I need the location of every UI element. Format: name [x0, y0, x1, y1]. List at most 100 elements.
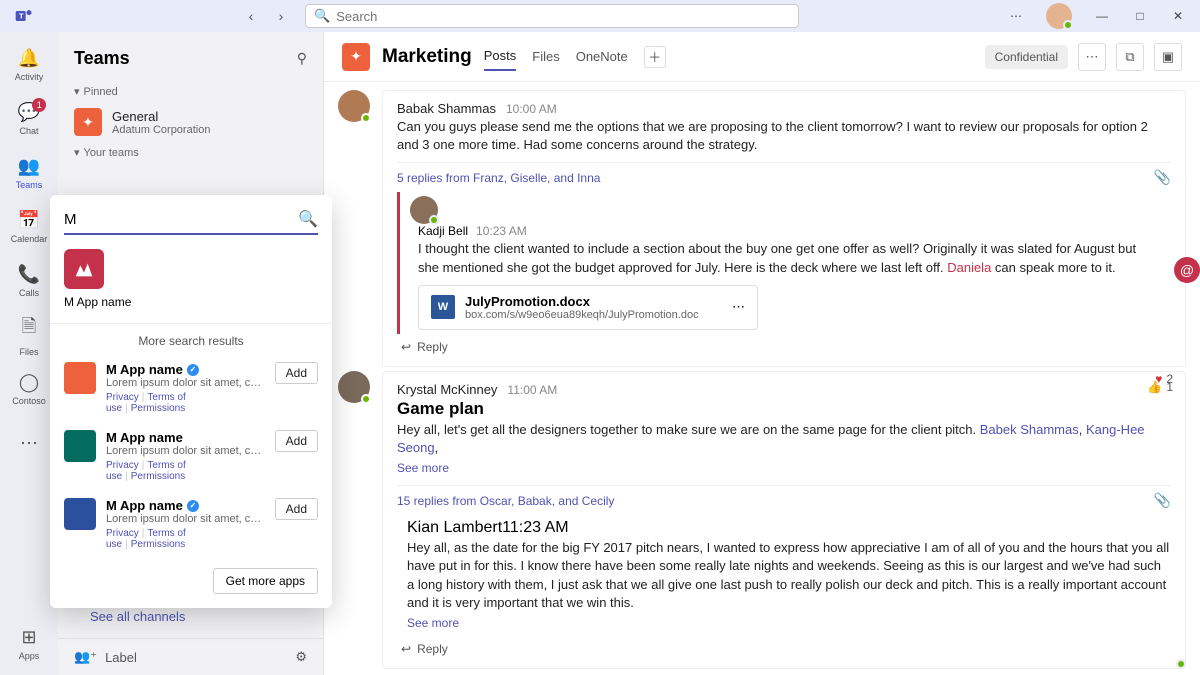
app-icon [64, 498, 96, 530]
see-more-link[interactable]: See more [407, 616, 459, 630]
chevron-down-icon: ▾ [74, 85, 80, 98]
rail-label: Calendar [11, 234, 48, 244]
teams-pane-title: Teams [74, 48, 130, 69]
reply-timestamp: 11:23 AM [502, 519, 568, 536]
title-bar: T ‹ › 🔍 ⋯ — □ ✕ [0, 0, 1200, 32]
privacy-link[interactable]: Privacy [106, 528, 139, 539]
your-teams-section-label[interactable]: ▾Your teams [58, 142, 323, 163]
team-avatar-icon: ✦ [74, 108, 102, 136]
app-result-row[interactable]: M App name Lorem ipsum dolor sit amet, c… [64, 490, 318, 558]
rail-contoso[interactable]: ◯ Contoso [6, 366, 52, 412]
mention[interactable]: Babek Shammas [980, 422, 1079, 437]
rail-chat[interactable]: 💬1 Chat [6, 96, 52, 142]
confidential-badge[interactable]: Confidential [985, 45, 1068, 69]
search-icon[interactable]: 🔍 [298, 209, 318, 229]
rail-label: Teams [16, 180, 43, 190]
message-list[interactable]: @ Babak Shammas 10:00 AM Can you guys pl… [324, 82, 1200, 675]
reply-button[interactable]: ↩Reply [401, 642, 1171, 656]
rail-more[interactable]: ⋯ [6, 420, 52, 466]
add-app-button[interactable]: Add [275, 430, 318, 452]
reply-button[interactable]: ↩Reply [401, 340, 1171, 354]
privacy-link[interactable]: Privacy [106, 460, 139, 471]
app-search-popup: 🔍 M App name More search results M App n… [50, 195, 332, 608]
tab-files[interactable]: Files [532, 43, 559, 70]
post-timestamp: 11:00 AM [507, 383, 557, 397]
replies-summary-link[interactable]: 5 replies from Franz, Giselle, and Inna [397, 171, 600, 185]
titlebar-more-button[interactable]: ⋯ [1002, 2, 1030, 30]
add-app-button[interactable]: Add [275, 362, 318, 384]
user-avatar[interactable] [410, 196, 438, 224]
user-avatar[interactable] [338, 90, 370, 122]
header-more-button[interactable]: ⋯ [1078, 43, 1106, 71]
add-app-button[interactable]: Add [275, 498, 318, 520]
window-close-button[interactable]: ✕ [1164, 2, 1192, 30]
replies-summary-link[interactable]: 15 replies from Oscar, Babak, and Cecily [397, 494, 614, 508]
filter-button[interactable]: ⚲ [297, 50, 307, 67]
rail-apps[interactable]: ⊞ Apps [6, 621, 52, 667]
app-result-row[interactable]: M App name Lorem ipsum dolor sit amet, c… [64, 422, 318, 490]
attachment-icon[interactable]: 📎 [1154, 492, 1171, 509]
rail-calendar[interactable]: 📅 Calendar [6, 204, 52, 250]
current-user-avatar[interactable] [1046, 3, 1072, 29]
app-name: M App name [106, 362, 183, 377]
mention[interactable]: Daniela [947, 260, 991, 275]
nav-back-button[interactable]: ‹ [239, 4, 263, 28]
file-name: JulyPromotion.docx [465, 294, 699, 309]
privacy-link[interactable]: Privacy [106, 392, 139, 403]
post-author[interactable]: Babak Shammas [397, 101, 496, 116]
post-body: Hey all, let's get all the designers tog… [397, 421, 1171, 457]
nav-forward-button[interactable]: › [269, 4, 293, 28]
app-top-result[interactable]: M App name [64, 235, 318, 323]
see-more-link[interactable]: See more [397, 461, 449, 475]
post-item: Babak Shammas 10:00 AM Can you guys plea… [338, 90, 1186, 367]
post-author[interactable]: Krystal McKinney [397, 382, 497, 397]
window-maximize-button[interactable]: □ [1126, 2, 1154, 30]
file-attachment[interactable]: W JulyPromotion.docx box.com/s/w9eo6eua8… [418, 285, 758, 330]
calendar-icon: 📅 [18, 210, 40, 231]
permissions-link[interactable]: Permissions [131, 471, 185, 482]
pinned-channel-general[interactable]: ✦ General Adatum Corporation [58, 102, 323, 142]
global-search-field[interactable] [336, 9, 790, 24]
rail-teams[interactable]: 👥 Teams [6, 150, 52, 196]
pinned-subtitle: Adatum Corporation [112, 124, 210, 136]
apps-icon: ⊞ [21, 627, 36, 648]
get-more-apps-button[interactable]: Get more apps [213, 568, 318, 594]
app-icon [64, 249, 104, 289]
contoso-app-icon: ◯ [19, 372, 39, 393]
chat-badge: 1 [32, 98, 46, 112]
permissions-link[interactable]: Permissions [131, 403, 185, 414]
reaction-summary[interactable]: ♥2 [1155, 372, 1173, 386]
channel-title: Marketing [382, 46, 472, 68]
pinned-section-label[interactable]: ▾Pinned [58, 81, 323, 102]
app-description: Lorem ipsum dolor sit amet, consec... [106, 445, 265, 457]
footer-label[interactable]: Label [105, 650, 137, 665]
meet-now-button[interactable]: ⧉ [1116, 43, 1144, 71]
app-name: M App name [64, 295, 131, 309]
global-search-input[interactable]: 🔍 [305, 4, 799, 28]
rail-label: Chat [19, 126, 38, 136]
reply-body: I thought the client wanted to include a… [418, 240, 1139, 276]
permissions-link[interactable]: Permissions [131, 539, 185, 550]
file-link: box.com/s/w9eo6eua89keqh/JulyPromotion.d… [465, 309, 699, 321]
user-avatar[interactable] [338, 371, 370, 403]
rail-label: Activity [15, 72, 44, 82]
rail-calls[interactable]: 📞 Calls [6, 258, 52, 304]
app-search-input[interactable] [64, 211, 298, 228]
add-tab-button[interactable]: ＋ [644, 46, 666, 68]
at-mention-indicator[interactable]: @ [1174, 257, 1200, 283]
open-pane-button[interactable]: ▣ [1154, 43, 1182, 71]
tab-posts[interactable]: Posts [484, 42, 517, 71]
reply-author[interactable]: Kian Lambert [407, 519, 502, 536]
team-avatar-icon: ✦ [342, 43, 370, 71]
window-minimize-button[interactable]: — [1088, 2, 1116, 30]
bell-icon: 🔔 [18, 48, 40, 69]
tab-onenote[interactable]: OneNote [576, 43, 628, 70]
attachment-icon[interactable]: 📎 [1154, 169, 1171, 186]
app-result-row[interactable]: M App name Lorem ipsum dolor sit amet, c… [64, 354, 318, 422]
file-more-button[interactable]: ⋯ [732, 299, 745, 315]
rail-activity[interactable]: 🔔 Activity [6, 42, 52, 88]
reply-author[interactable]: Kadji Bell [418, 224, 468, 238]
rail-files[interactable]: 🗎 Files [6, 312, 52, 358]
heart-icon: ♥ [1155, 372, 1162, 386]
settings-gear-icon[interactable]: ⚙ [295, 649, 307, 665]
